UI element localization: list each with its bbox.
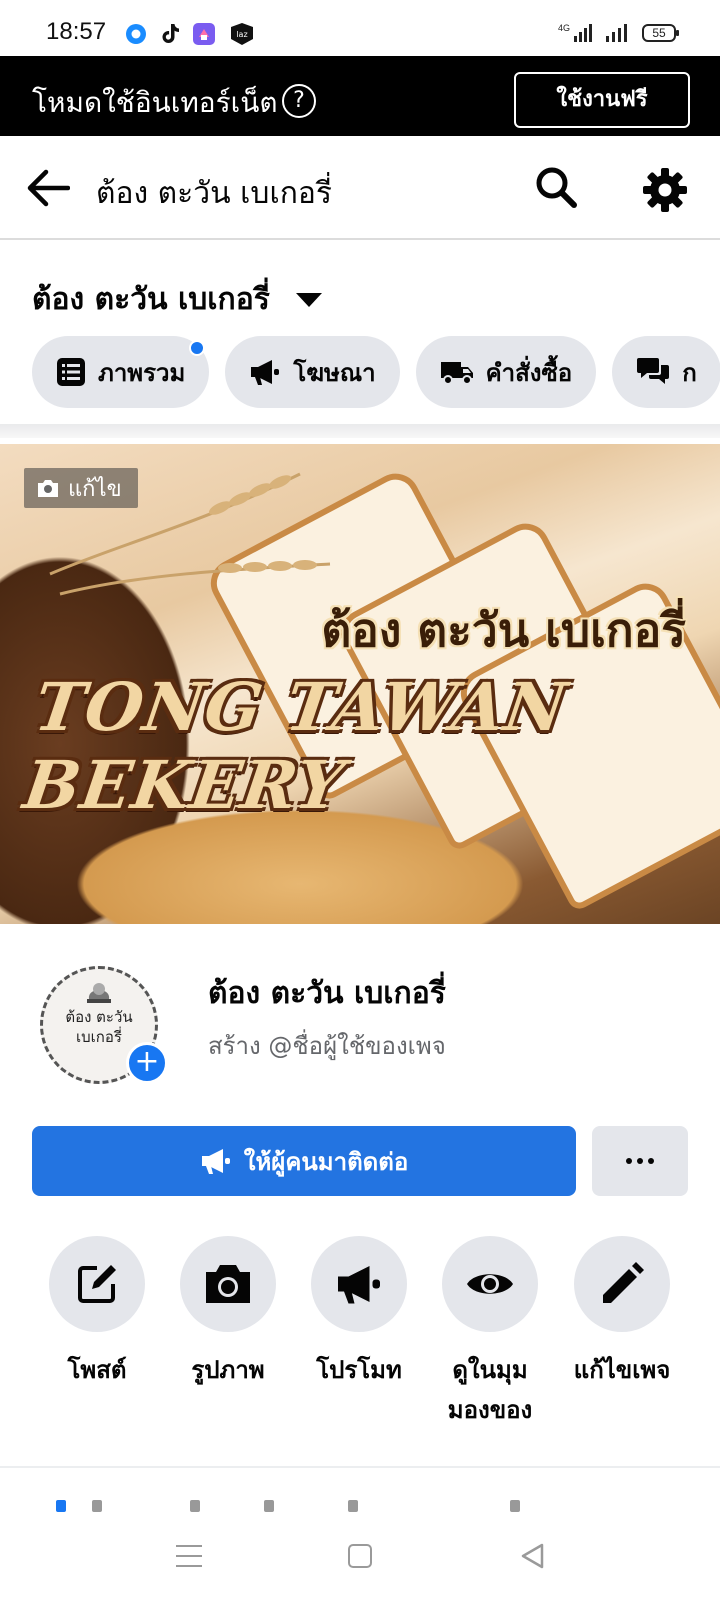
cover-photo[interactable]: แก้ไข ต้อง ตะวัน เบเกอรี่ TONG TAWAN BEK…	[0, 444, 720, 924]
signal-4g-icon: 4G	[558, 23, 592, 42]
quick-action-edit-page-circle	[574, 1236, 670, 1332]
tab-messages-label: ก	[682, 358, 697, 387]
pencil-icon	[603, 1262, 644, 1303]
system-nav-bar	[0, 1520, 720, 1600]
avatar-text-line1: ต้อง ตะวัน	[65, 1008, 133, 1026]
quick-action-edit-page[interactable]: แก้ไขเพจ	[557, 1236, 687, 1390]
back-arrow-icon[interactable]	[26, 168, 70, 208]
list-icon	[57, 358, 85, 386]
create-username-link[interactable]: สร้าง @ชื่อผู้ใช้ของเพจ	[208, 1026, 446, 1065]
shortcut-app-icon	[193, 23, 215, 45]
tab-messages[interactable]: ก	[612, 336, 720, 408]
section-divider	[0, 424, 720, 438]
tab-ads-label: โฆษณา	[293, 358, 376, 387]
header-title: ต้อง ตะวัน เบเกอรี่	[96, 176, 333, 211]
quick-action-promote-circle	[311, 1236, 407, 1332]
tab-ads[interactable]: โฆษณา	[225, 336, 400, 408]
quick-action-post[interactable]: โพสต์	[32, 1236, 162, 1390]
cut-off-tab-mark	[190, 1500, 200, 1512]
edit-square-icon	[78, 1265, 116, 1303]
cut-off-tab-mark	[56, 1500, 66, 1512]
back-triangle-icon[interactable]	[518, 1542, 546, 1570]
quick-action-edit-page-label: แก้ไขเพจ	[573, 1356, 671, 1384]
cut-off-tab-row	[0, 1500, 720, 1512]
cover-english-title: TONG TAWAN BEKERY	[19, 668, 573, 824]
svg-text:laz: laz	[236, 30, 247, 39]
tab-orders[interactable]: คำสั่งซื้อ	[415, 336, 597, 408]
cut-off-tab-mark	[510, 1500, 520, 1512]
cut-off-tab-mark	[264, 1500, 274, 1512]
battery-indicator: 55	[642, 24, 679, 42]
tab-orders-label: คำสั่งซื้อ	[485, 358, 573, 387]
quick-action-photo-label: รูปภาพ	[191, 1356, 265, 1384]
page-switcher-name: ต้อง ตะวัน เบเกอรี่	[32, 282, 270, 317]
camera-icon	[206, 1265, 250, 1303]
quick-action-view-as-circle	[442, 1236, 538, 1332]
cover-thai-title: ต้อง ตะวัน เบเกอรี่	[321, 603, 686, 657]
megaphone-icon	[201, 1149, 230, 1174]
free-mode-label: โหมดใช้อินเทอร์เน็ต	[32, 86, 278, 119]
chat-icon	[637, 358, 670, 384]
page-switcher[interactable]: ต้อง ตะวัน เบเกอรี่	[32, 276, 322, 323]
contact-cta-button[interactable]: ให้ผู้คนมาติดต่อ	[32, 1126, 576, 1196]
recent-apps-icon[interactable]	[176, 1545, 202, 1567]
section-divider	[0, 1466, 720, 1468]
baker-logo-icon	[87, 983, 111, 1003]
megaphone-icon	[251, 360, 280, 385]
edit-cover-button[interactable]: แก้ไข	[24, 468, 138, 508]
truck-icon	[440, 362, 473, 385]
camera-icon	[38, 480, 58, 497]
tab-overview-label: ภาพรวม	[98, 358, 186, 387]
free-mode-banner: โหมดใช้อินเทอร์เน็ต ? ใช้งานฟรี	[0, 56, 720, 136]
page-title: ต้อง ตะวัน เบเกอรี่	[208, 976, 446, 1011]
quick-action-photo[interactable]: รูปภาพ	[163, 1236, 293, 1390]
quick-action-promote-label: โปรโมท	[316, 1356, 402, 1384]
search-icon[interactable]	[535, 166, 577, 208]
use-free-button[interactable]: ใช้งานฟรี	[514, 72, 690, 128]
svg-text:4G: 4G	[558, 23, 570, 33]
contact-cta-label: ให้ผู้คนมาติดต่อ	[243, 1147, 409, 1176]
edit-cover-label: แก้ไข	[68, 476, 122, 502]
more-options-button[interactable]	[592, 1126, 688, 1196]
quick-action-post-circle	[49, 1236, 145, 1332]
eye-icon	[467, 1274, 513, 1294]
location-icon	[126, 24, 146, 44]
lazada-icon: laz	[231, 23, 253, 45]
signal-icon	[606, 24, 627, 42]
notification-dot	[189, 340, 206, 356]
status-bar: 18:57 laz 4G 55	[0, 0, 720, 56]
more-dots-icon	[626, 1158, 654, 1164]
quick-action-photo-circle	[180, 1236, 276, 1332]
cut-off-tab-mark	[92, 1500, 102, 1512]
app-header: ต้อง ตะวัน เบเกอรี่	[0, 136, 720, 240]
home-icon[interactable]	[348, 1544, 372, 1568]
management-tabs: ภาพรวม โฆษณา คำสั่งซื้อ ก	[32, 336, 720, 410]
add-profile-photo-button[interactable]: +	[126, 1042, 168, 1084]
chevron-down-icon	[295, 292, 322, 307]
avatar-logo-text: ต้อง ตะวัน เบเกอรี่	[43, 1007, 155, 1047]
quick-action-view-as-label: ดูในมุม มองของ	[447, 1356, 533, 1424]
tab-overview[interactable]: ภาพรวม	[32, 336, 210, 408]
quick-action-post-label: โพสต์	[67, 1356, 127, 1384]
megaphone-icon	[338, 1266, 380, 1304]
gear-icon[interactable]	[641, 166, 689, 214]
help-icon[interactable]: ?	[282, 84, 316, 118]
quick-action-promote[interactable]: โปรโมท	[294, 1236, 424, 1390]
tiktok-icon	[162, 24, 179, 43]
quick-action-view-as[interactable]: ดูในมุม มองของ	[425, 1236, 555, 1430]
status-time: 18:57	[46, 18, 107, 45]
cut-off-tab-mark	[348, 1500, 358, 1512]
